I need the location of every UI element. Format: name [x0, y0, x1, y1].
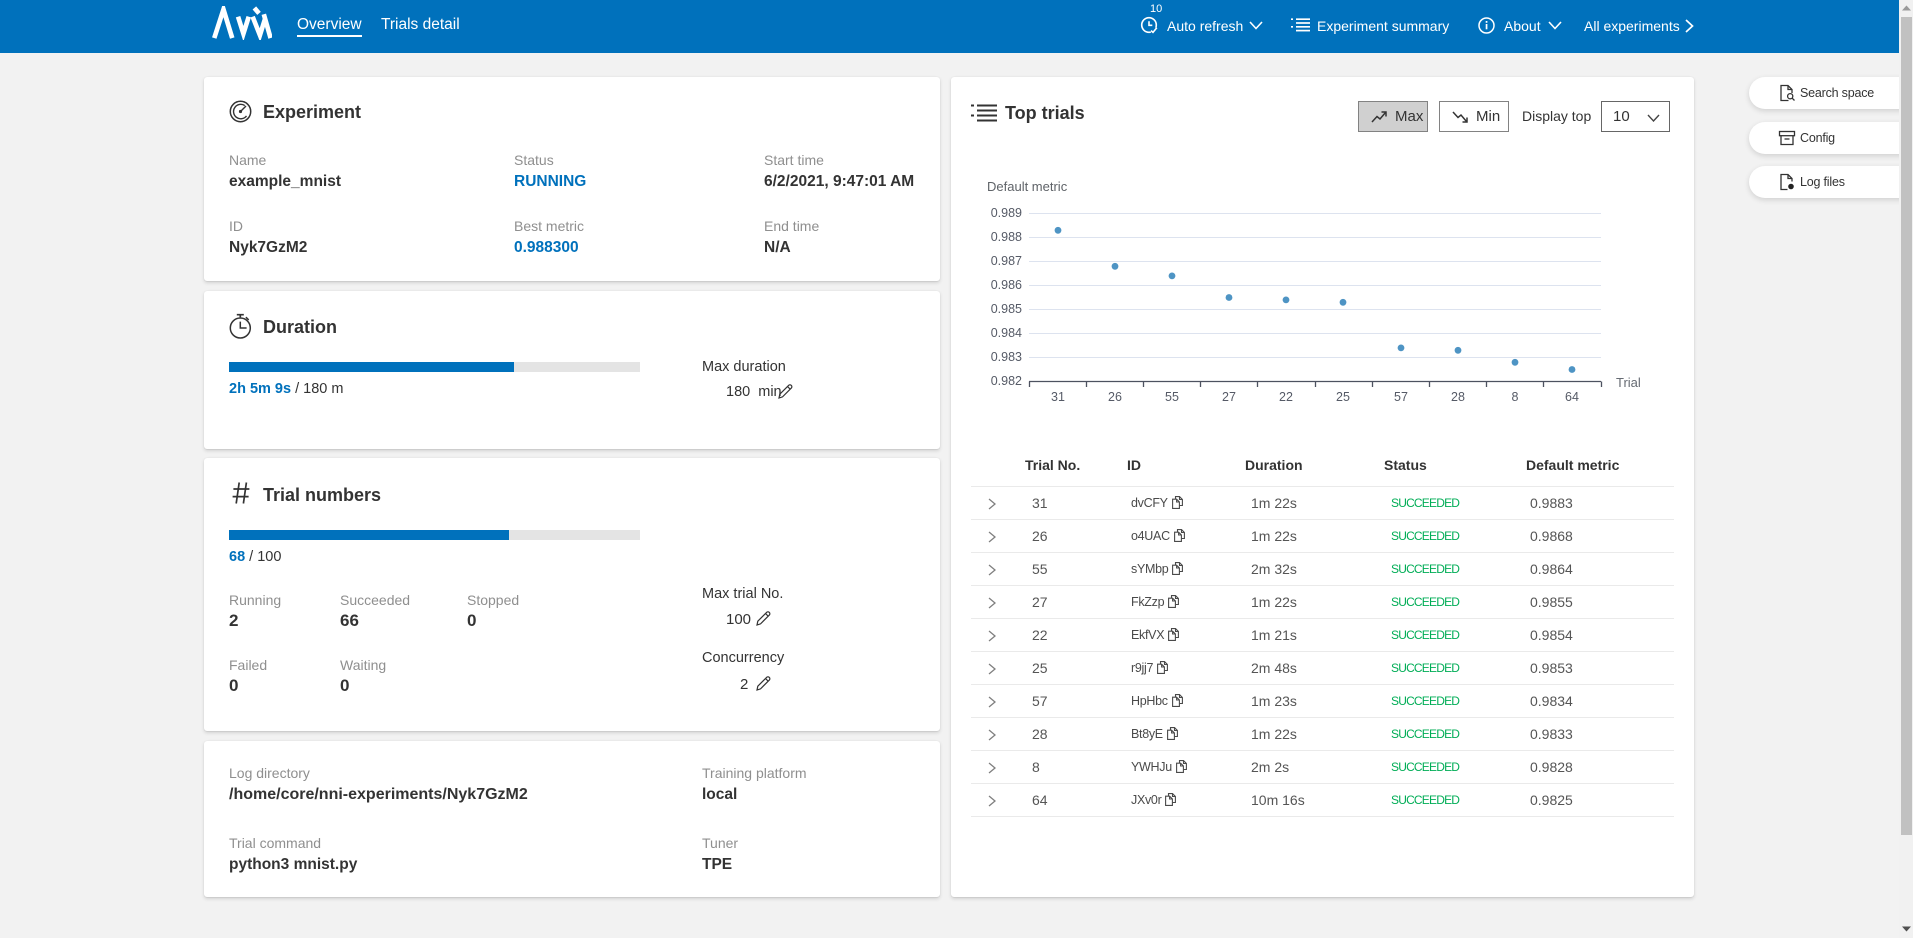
- svg-text:55: 55: [1165, 390, 1179, 404]
- svg-text:0.984: 0.984: [991, 326, 1022, 340]
- svg-text:31: 31: [1051, 390, 1065, 404]
- svg-text:0.982: 0.982: [991, 374, 1022, 388]
- svg-text:0.988: 0.988: [991, 230, 1022, 244]
- svg-text:0.987: 0.987: [991, 254, 1022, 268]
- svg-text:Default metric: Default metric: [987, 179, 1068, 194]
- svg-text:64: 64: [1565, 390, 1579, 404]
- svg-text:57: 57: [1394, 390, 1408, 404]
- svg-text:8: 8: [1512, 390, 1519, 404]
- svg-text:0.985: 0.985: [991, 302, 1022, 316]
- svg-text:0.983: 0.983: [991, 350, 1022, 364]
- svg-text:0.986: 0.986: [991, 278, 1022, 292]
- svg-text:25: 25: [1336, 390, 1350, 404]
- svg-text:27: 27: [1222, 390, 1236, 404]
- svg-text:28: 28: [1451, 390, 1465, 404]
- svg-text:0.989: 0.989: [991, 206, 1022, 220]
- svg-text:22: 22: [1279, 390, 1293, 404]
- svg-text:Trial: Trial: [1616, 375, 1641, 390]
- svg-text:26: 26: [1108, 390, 1122, 404]
